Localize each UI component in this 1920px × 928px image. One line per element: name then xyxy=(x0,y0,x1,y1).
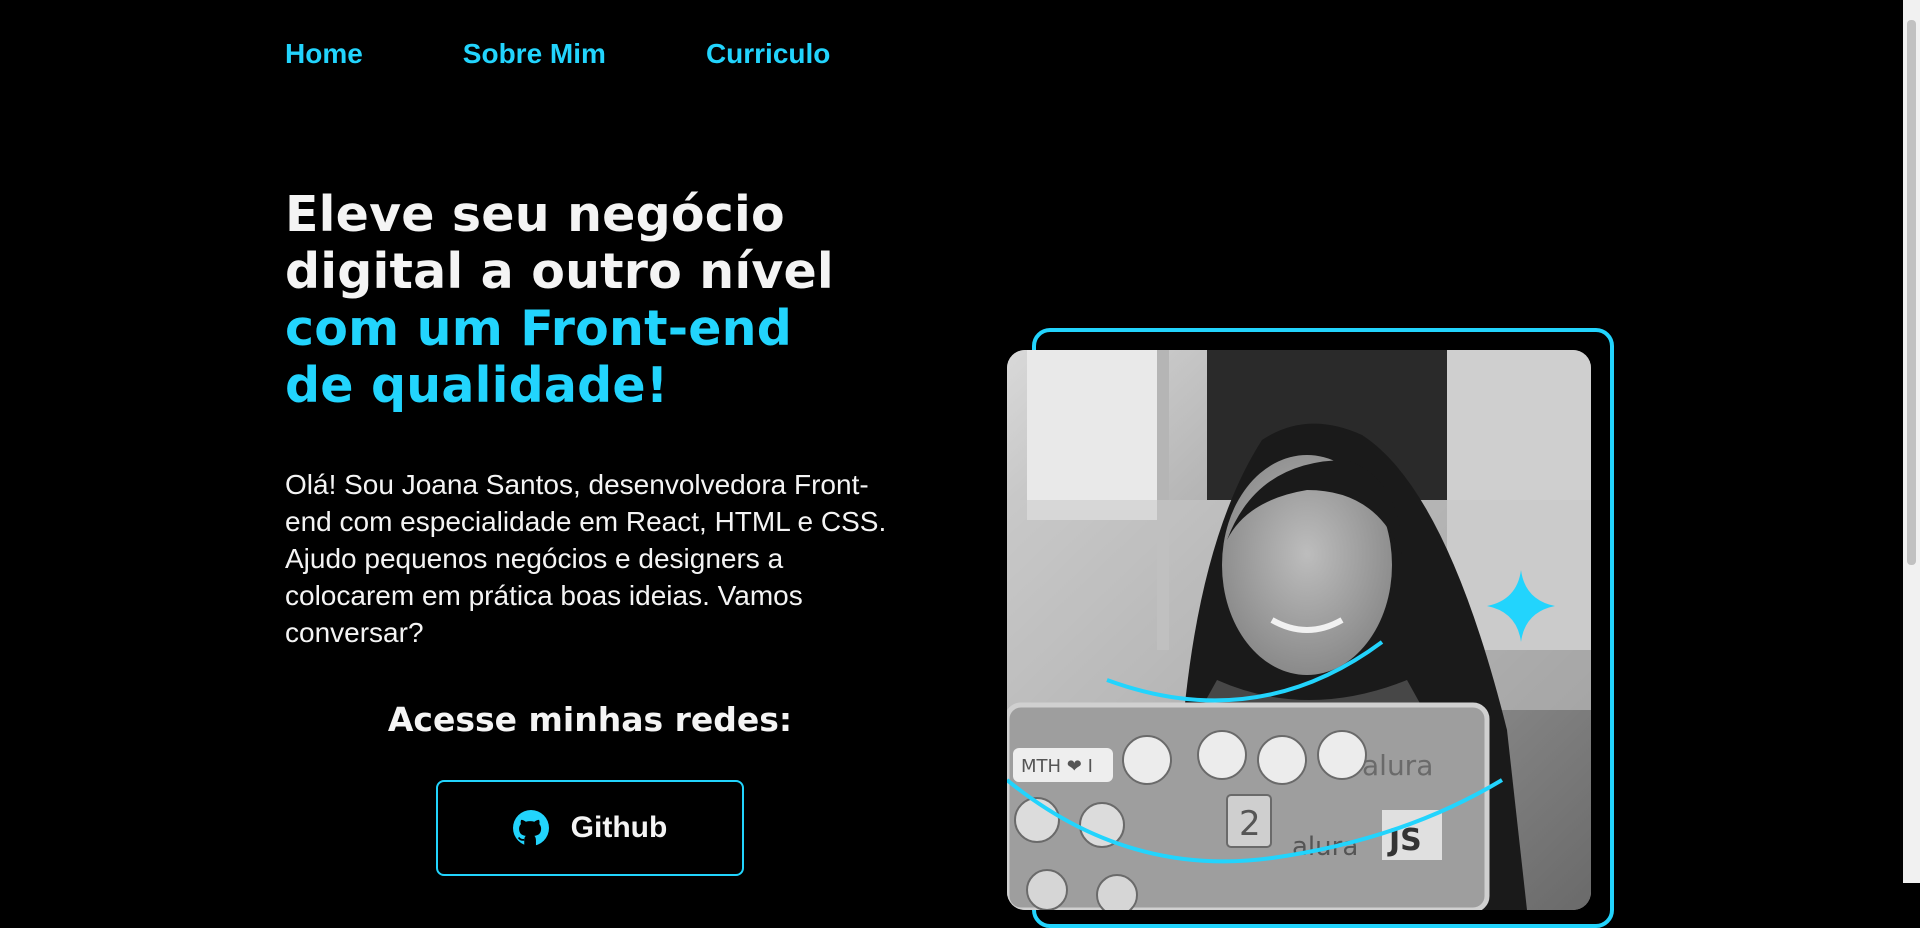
scrollbar-thumb[interactable] xyxy=(1907,20,1916,565)
main-nav: Home Sobre Mim Curriculo xyxy=(285,38,930,70)
github-button[interactable]: Github xyxy=(436,780,744,876)
nav-curriculo[interactable]: Curriculo xyxy=(706,38,830,70)
nav-home[interactable]: Home xyxy=(285,38,363,70)
sticker-mth: MTH ❤ I xyxy=(1021,756,1093,777)
profile-photo: MTH ❤ I alura 2 alura JS xyxy=(1007,350,1591,910)
nav-sobre-mim[interactable]: Sobre Mim xyxy=(463,38,606,70)
github-button-label: Github xyxy=(570,811,668,844)
hero-title-line-3: com um Front-end xyxy=(285,300,793,357)
hero-title-line-2: digital a outro nível xyxy=(285,243,834,300)
social-heading: Acesse minhas redes: xyxy=(387,700,793,739)
vertical-scrollbar[interactable] xyxy=(1903,0,1920,883)
hero-title-line-4: de qualidade! xyxy=(285,357,669,414)
github-icon xyxy=(512,810,549,846)
sticker-2: 2 xyxy=(1239,804,1261,844)
hero-title-line-1: Eleve seu negócio xyxy=(285,186,785,243)
intro-text: Olá! Sou Joana Santos, desenvolvedora Fr… xyxy=(285,469,887,648)
sticker-alura-1: alura xyxy=(1362,749,1433,782)
hero-title: Eleve seu negócio digital a outro nível … xyxy=(285,186,925,414)
